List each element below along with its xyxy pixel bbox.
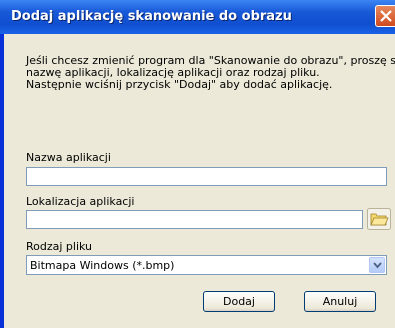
app-location-input[interactable]: [26, 210, 363, 229]
file-type-dropdown-button[interactable]: [369, 257, 385, 273]
app-name-input[interactable]: [26, 167, 387, 186]
title-bar[interactable]: Dodaj aplikację skanowanie do obrazu: [0, 0, 395, 34]
file-type-value: Bitmapa Windows (*.bmp): [30, 259, 175, 272]
folder-icon: [367, 208, 391, 230]
instruction-line-3: Następnie wciśnij przycisk "Dodaj" aby d…: [26, 78, 333, 91]
app-location-label: Lokalizacja aplikacji: [26, 195, 135, 208]
chevron-down-icon: [373, 262, 382, 269]
file-type-select[interactable]: Bitmapa Windows (*.bmp): [26, 255, 387, 275]
close-button[interactable]: [375, 5, 395, 27]
close-icon: [380, 10, 392, 22]
app-name-label: Nazwa aplikacji: [26, 151, 111, 164]
browse-button[interactable]: [367, 208, 391, 230]
cancel-button[interactable]: Anuluj: [304, 291, 376, 312]
file-type-label: Rodzaj pliku: [26, 240, 93, 253]
dialog-window: Dodaj aplikację skanowanie do obrazu Jeś…: [0, 0, 395, 328]
window-title: Dodaj aplikację skanowanie do obrazu: [11, 9, 292, 24]
add-button[interactable]: Dodaj: [203, 291, 275, 312]
